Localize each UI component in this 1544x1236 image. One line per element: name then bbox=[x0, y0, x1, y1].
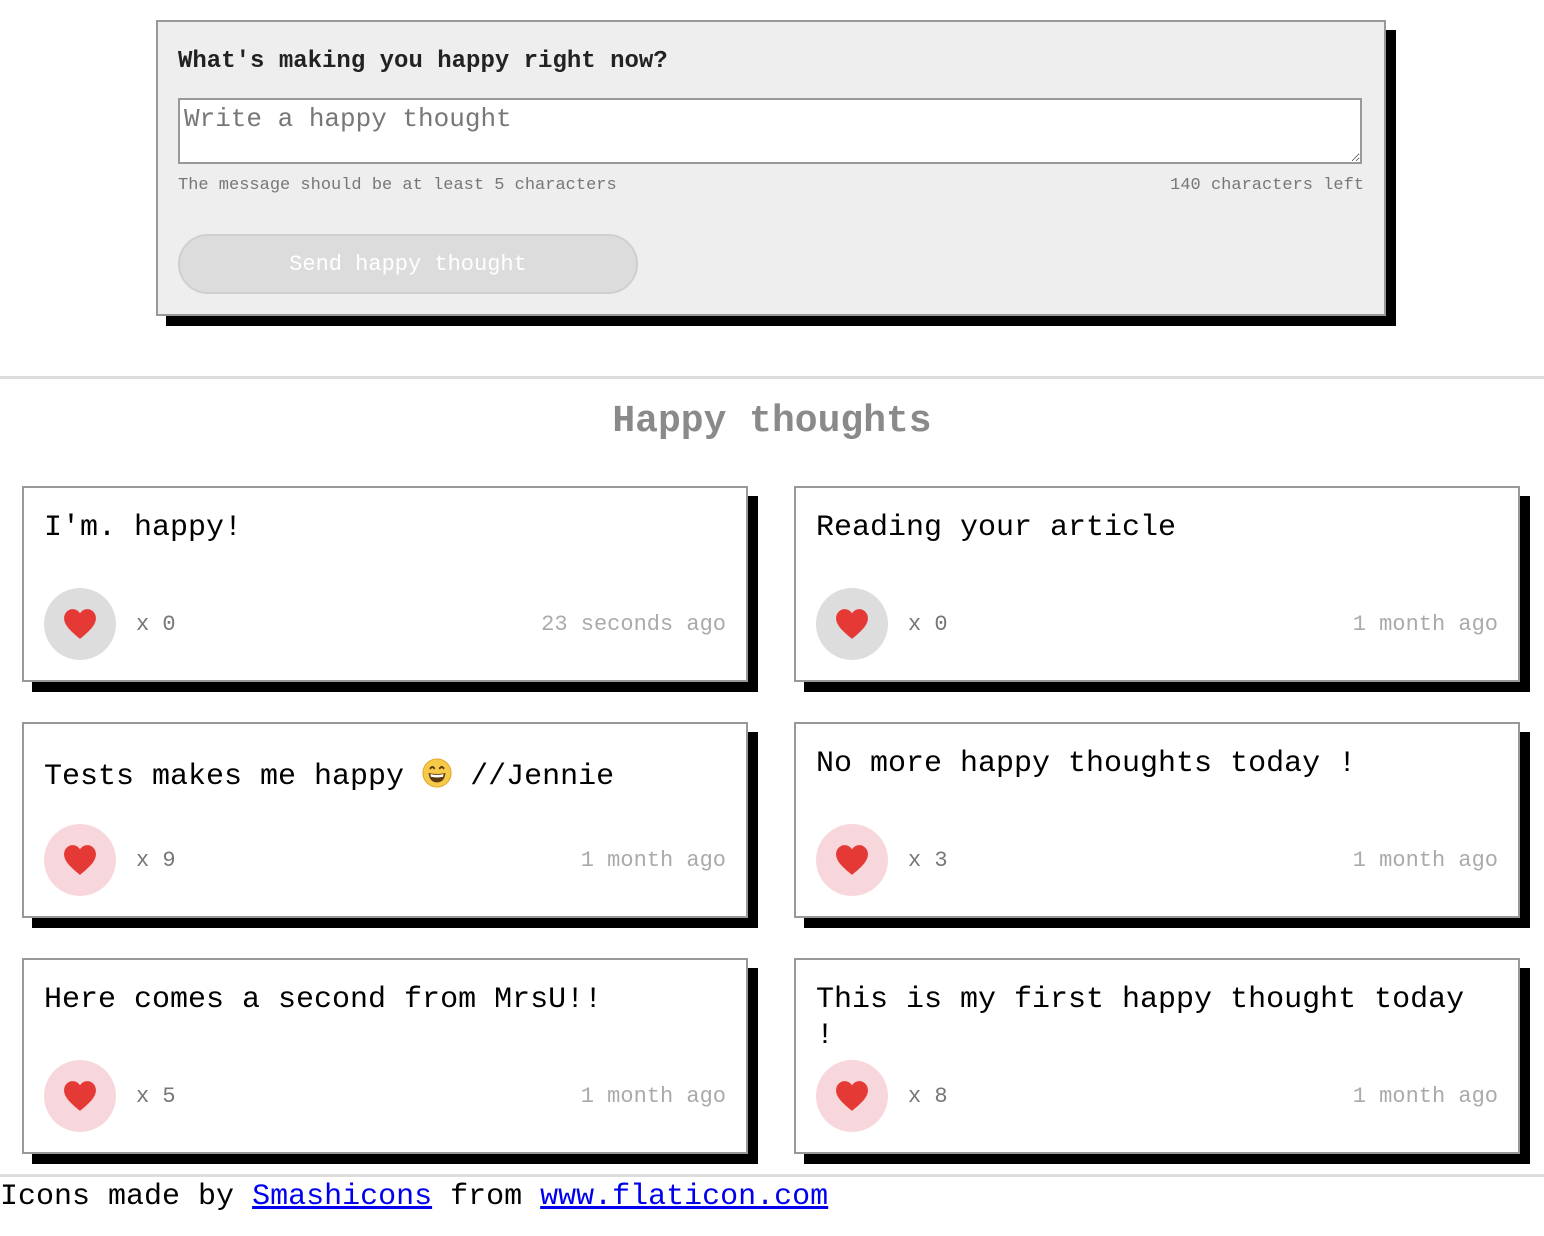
like-button[interactable] bbox=[816, 588, 888, 660]
validation-hint: The message should be at least 5 charact… bbox=[178, 176, 617, 195]
like-count: x 8 bbox=[908, 1084, 948, 1109]
thought-message: This is my first happy thought today ! bbox=[816, 983, 1465, 1053]
like-count: x 5 bbox=[136, 1084, 176, 1109]
character-counter: 140 characters left bbox=[1170, 176, 1364, 195]
like-count: x 3 bbox=[908, 848, 948, 873]
timestamp: 1 month ago bbox=[580, 1084, 726, 1109]
heart-icon bbox=[836, 609, 868, 639]
thought-message-signature: //Jennie bbox=[470, 760, 615, 794]
grinning-face-icon bbox=[422, 758, 452, 788]
divider bbox=[0, 376, 1544, 379]
like-button[interactable] bbox=[816, 1060, 888, 1132]
thought-card: This is my first happy thought today ! x… bbox=[794, 958, 1520, 1154]
thought-message: I'm. happy! bbox=[44, 511, 243, 545]
form-title: What's making you happy right now? bbox=[178, 48, 668, 75]
heart-icon bbox=[64, 845, 96, 875]
thought-message: Reading your article bbox=[816, 511, 1177, 545]
thought-message: No more happy thoughts today ! bbox=[816, 747, 1357, 781]
heart-icon bbox=[836, 1081, 868, 1111]
attribution-prefix: Icons made by bbox=[0, 1180, 235, 1214]
thought-message: Tests makes me happy //Jennie bbox=[44, 758, 726, 795]
heart-icon bbox=[64, 609, 96, 639]
heart-icon bbox=[64, 1081, 96, 1111]
feed-title: Happy thoughts bbox=[612, 400, 932, 443]
smashicons-link[interactable]: Smashicons bbox=[252, 1180, 432, 1214]
like-button[interactable] bbox=[44, 1060, 116, 1132]
heart-icon bbox=[836, 845, 868, 875]
attribution-footer: Icons made by Smashicons from www.flatic… bbox=[0, 1180, 828, 1214]
thought-message: Here comes a second from MrsU!! bbox=[44, 983, 603, 1017]
thought-card: Reading your article x 0 1 month ago bbox=[794, 486, 1520, 682]
thought-card: No more happy thoughts today ! x 3 1 mon… bbox=[794, 722, 1520, 918]
attribution-middle: from bbox=[450, 1180, 523, 1214]
like-count: x 0 bbox=[136, 612, 176, 637]
like-count: x 0 bbox=[908, 612, 948, 637]
new-thought-form: What's making you happy right now? The m… bbox=[156, 20, 1386, 316]
divider bbox=[0, 1174, 1544, 1177]
send-thought-button[interactable]: Send happy thought bbox=[178, 234, 638, 294]
timestamp: 1 month ago bbox=[1352, 848, 1498, 873]
flaticon-link[interactable]: www.flaticon.com bbox=[540, 1180, 828, 1214]
timestamp: 1 month ago bbox=[1352, 612, 1498, 637]
thought-card: I'm. happy! x 0 23 seconds ago bbox=[22, 486, 748, 682]
like-count: x 9 bbox=[136, 848, 176, 873]
thought-input[interactable] bbox=[178, 98, 1362, 164]
thought-card: Tests makes me happy //Jennie x 9 1 mont… bbox=[22, 722, 748, 918]
thought-message-text: Tests makes me happy bbox=[44, 760, 405, 794]
timestamp: 23 seconds ago bbox=[541, 612, 726, 637]
timestamp: 1 month ago bbox=[1352, 1084, 1498, 1109]
like-button[interactable] bbox=[44, 824, 116, 896]
thought-card: Here comes a second from MrsU!! x 5 1 mo… bbox=[22, 958, 748, 1154]
like-button[interactable] bbox=[816, 824, 888, 896]
like-button[interactable] bbox=[44, 588, 116, 660]
timestamp: 1 month ago bbox=[580, 848, 726, 873]
